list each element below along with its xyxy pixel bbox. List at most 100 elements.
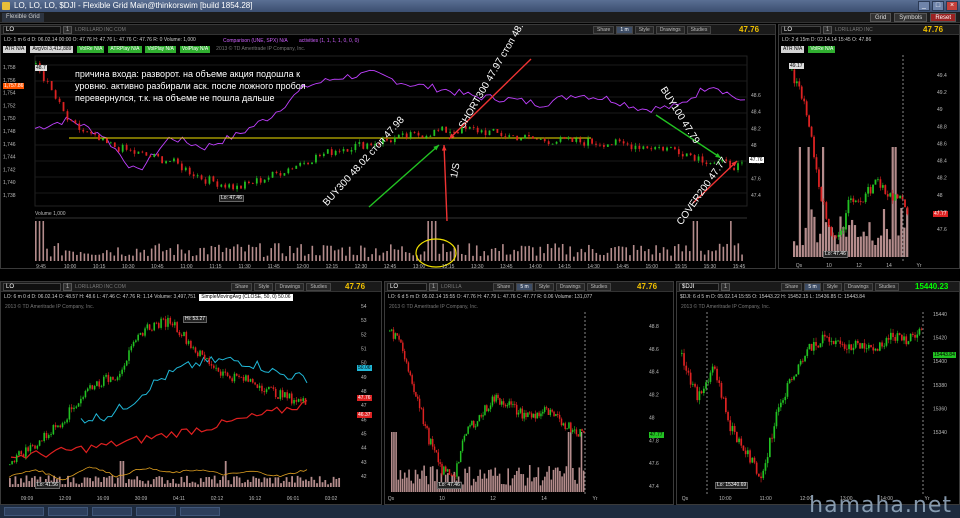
candle-body xyxy=(547,141,550,145)
volume-bar xyxy=(130,479,133,487)
volume-bar xyxy=(120,254,123,261)
candle-body xyxy=(501,401,503,405)
candle-body xyxy=(859,201,862,202)
candle-body xyxy=(521,408,524,419)
taskbar-button[interactable] xyxy=(92,507,132,516)
volume-bar xyxy=(307,481,310,487)
volume-bar xyxy=(576,483,578,492)
top-right-chart-canvas[interactable]: 49.449.24948.848.648.448.24847.847.6Qs10… xyxy=(779,25,960,269)
volume-bar xyxy=(360,245,362,261)
volume-bar xyxy=(291,476,293,487)
volume-bar xyxy=(427,221,429,261)
candle-body xyxy=(153,153,156,158)
y-tick: 44 xyxy=(361,446,367,452)
candle-body xyxy=(82,397,84,399)
volume-bar xyxy=(464,254,467,261)
candle-body xyxy=(167,317,169,327)
candle-body xyxy=(803,98,806,102)
bottom-mid-chart-canvas[interactable]: 48.8 48.6 48.4 48.2 48 47.8 47.6 47.4 Qs 10 12 14 Yr xyxy=(385,282,674,505)
top-right-chart-panel: LO 1 LORILLARD INC 47.76 LO: 2 d 15m D: … xyxy=(778,24,960,269)
x-tick: 16:09 xyxy=(97,496,110,502)
candle-body xyxy=(258,385,261,388)
volume-bar xyxy=(162,251,164,261)
candle-body xyxy=(398,335,400,340)
candle-body xyxy=(413,132,416,133)
grid-button[interactable]: Grid xyxy=(869,13,892,22)
close-button[interactable]: × xyxy=(946,1,958,11)
volume-bar xyxy=(466,472,469,492)
candle-body xyxy=(295,400,298,402)
candle-body xyxy=(555,413,557,417)
price-tag: 47.77 xyxy=(649,432,664,438)
minimize-button[interactable]: _ xyxy=(918,1,930,11)
reset-button[interactable]: Reset xyxy=(930,13,956,22)
volume-bar xyxy=(205,477,208,487)
x-tick: 14:30 xyxy=(587,264,600,269)
candle-body xyxy=(758,473,760,477)
candle-body xyxy=(737,163,739,171)
volume-bar xyxy=(537,467,540,492)
y-tick: 15420 xyxy=(933,336,947,342)
candle-body xyxy=(200,175,203,180)
candle-body xyxy=(180,163,183,171)
y-tick: 47.6 xyxy=(937,227,947,233)
bottom-right-chart-canvas[interactable]: 15440 15420 15400 15380 15360 15340 Qs 10:00 11:… xyxy=(677,282,960,505)
candle-body xyxy=(832,341,835,345)
volume-bar xyxy=(588,244,590,261)
taskbar-button[interactable] xyxy=(136,507,176,516)
volume-bar xyxy=(874,244,877,257)
x-tick: 04:11 xyxy=(173,496,185,502)
x-tick: 02:12 xyxy=(211,496,224,502)
candle-body xyxy=(567,137,570,139)
maximize-button[interactable]: □ xyxy=(932,1,944,11)
candle-body xyxy=(66,111,69,121)
volume-bar xyxy=(238,477,241,487)
candle-body xyxy=(497,394,499,399)
volume-bar xyxy=(718,243,721,261)
candle-body xyxy=(397,134,400,138)
arrow-buy300 xyxy=(368,144,440,208)
candle-body xyxy=(421,135,424,138)
candle-body xyxy=(219,371,222,376)
candle-body xyxy=(390,329,393,331)
volume-bar xyxy=(644,251,646,261)
tab-flexible-grid[interactable]: Flexible Grid xyxy=(2,13,44,22)
volume-bar xyxy=(22,482,25,487)
volume-bar xyxy=(576,252,579,261)
candle-body xyxy=(247,375,249,382)
volume-bar xyxy=(183,482,186,487)
volume-bar xyxy=(288,481,291,487)
x-tick: 10 xyxy=(826,263,832,269)
volume-bar xyxy=(853,225,857,257)
candle-body xyxy=(302,398,305,402)
candle-body xyxy=(714,366,716,369)
volume-bar xyxy=(475,245,478,261)
x-tick: 15:30 xyxy=(704,264,717,269)
volume-bar xyxy=(293,482,296,487)
candle-body xyxy=(463,435,466,441)
candle-body xyxy=(532,413,535,418)
volume-bar xyxy=(401,246,403,261)
candle-body xyxy=(683,353,685,366)
candle-body xyxy=(54,425,57,428)
candle-body xyxy=(529,412,531,414)
main-chart-canvas[interactable]: 1,7581,7561,7541,7521,7501,7481,7461,744… xyxy=(1,25,776,269)
candle-body xyxy=(591,138,593,144)
taskbar-button[interactable] xyxy=(4,507,44,516)
candle-body xyxy=(692,383,694,385)
candle-body xyxy=(854,200,857,202)
volume-bar xyxy=(109,252,112,261)
symbols-button[interactable]: Symbols xyxy=(894,13,928,22)
candle-body xyxy=(177,158,179,164)
volume-bar xyxy=(707,250,710,261)
volume-bar xyxy=(356,255,358,261)
x-tick: Qs xyxy=(682,496,689,502)
volume-bar xyxy=(281,253,284,261)
taskbar-button[interactable] xyxy=(48,507,88,516)
taskbar-button[interactable] xyxy=(180,507,220,516)
volume-bar xyxy=(651,254,654,261)
candle-body xyxy=(274,388,277,398)
high-label: Hi: 53.27 xyxy=(183,316,208,323)
candle-body xyxy=(392,329,395,339)
volume-bar xyxy=(221,252,224,261)
